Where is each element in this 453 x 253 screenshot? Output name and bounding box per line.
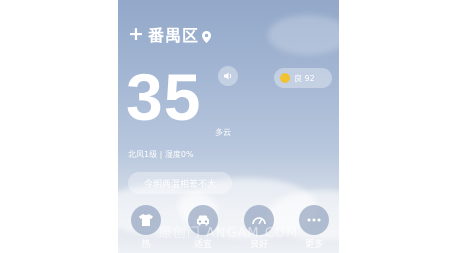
weather-tip[interactable]: 今明两温相差不大 bbox=[128, 172, 232, 194]
status-bar-right: … bbox=[322, 0, 331, 3]
watermark: 原创门 ANGAM.COM bbox=[158, 226, 299, 241]
weather-screen: … … + 番禺区 35 多云 良 92 北风1级 | 湿度0% 今明两温相差不… bbox=[118, 0, 339, 253]
speaker-icon[interactable] bbox=[218, 66, 238, 86]
air-quality-badge[interactable]: 良 92 bbox=[274, 68, 332, 88]
cloud-decoration bbox=[268, 15, 339, 55]
status-bar-left: … bbox=[124, 0, 133, 3]
temperature: 35 bbox=[126, 60, 202, 134]
plus-icon[interactable]: + bbox=[128, 24, 146, 44]
wind-humidity: 北风1级 | 湿度0% bbox=[128, 150, 194, 159]
aqi-leaf-icon bbox=[280, 73, 290, 83]
city-name[interactable]: 番禺区 bbox=[148, 22, 199, 46]
weather-condition: 多云 bbox=[215, 128, 231, 137]
aqi-label: 良 92 bbox=[294, 73, 315, 83]
header: + 番禺区 bbox=[128, 22, 212, 46]
pin-icon[interactable] bbox=[202, 28, 212, 43]
